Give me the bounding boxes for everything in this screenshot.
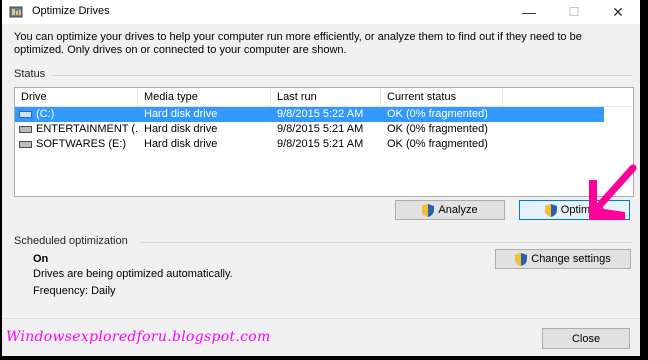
media-type: Hard disk drive [144, 123, 218, 135]
media-type: Hard disk drive [144, 108, 218, 120]
hard-drive-icon [19, 126, 32, 133]
minimize-icon: — [522, 4, 536, 20]
uac-shield-icon [515, 252, 528, 266]
change-settings-button[interactable]: Change settings [495, 249, 631, 269]
intro-text: You can optimize your drives to help you… [14, 31, 582, 56]
drive-row-entertainment[interactable]: ENTERTAINMENT (... Hard disk drive 9/8/2… [15, 122, 604, 137]
title-bar: Optimize Drives — ☐ ✕ [2, 0, 640, 24]
column-header-media-type[interactable]: Media type [138, 88, 271, 106]
optimize-drives-app-icon [9, 6, 23, 18]
schedule-description: Drives are being optimized automatically… [33, 268, 233, 280]
footer-divider [2, 318, 640, 319]
drives-list-header: Drive Media type Last run Current status [15, 88, 633, 107]
schedule-frequency: Frequency: Daily [33, 285, 116, 297]
annotation-arrow-icon [589, 164, 637, 220]
change-settings-label: Change settings [531, 253, 611, 265]
scheduled-divider [140, 242, 632, 243]
drive-row-softwares[interactable]: SOFTWARES (E:) Hard disk drive 9/8/2015 … [15, 137, 604, 152]
current-status: OK (0% fragmented) [387, 123, 488, 135]
minimize-button[interactable]: — [507, 0, 551, 24]
close-button-label: Close [571, 332, 601, 345]
maximize-icon: ☐ [568, 5, 580, 19]
drive-name: SOFTWARES (E:) [36, 138, 127, 150]
uac-shield-icon [422, 203, 435, 217]
media-type: Hard disk drive [144, 138, 218, 150]
system-drive-icon [19, 111, 32, 118]
close-window-button[interactable]: ✕ [596, 0, 640, 24]
close-button[interactable]: Close [542, 328, 630, 349]
current-status: OK (0% fragmented) [387, 138, 488, 150]
window-title: Optimize Drives [32, 5, 110, 17]
last-run: 9/8/2015 5:21 AM [277, 123, 364, 135]
scheduled-section-label: Scheduled optimization [14, 235, 128, 247]
hard-drive-icon [19, 141, 32, 148]
last-run: 9/8/2015 5:22 AM [277, 108, 364, 120]
analyze-button-label: Analyze [438, 204, 478, 216]
current-status: OK (0% fragmented) [387, 108, 488, 120]
status-section-label: Status [14, 68, 46, 80]
close-icon: ✕ [612, 3, 624, 20]
status-divider [52, 75, 632, 76]
blog-watermark: Windowsexploredforu.blogspot.com [6, 329, 271, 345]
column-header-last-run[interactable]: Last run [271, 88, 381, 106]
drive-name: (C:) [36, 108, 55, 120]
drive-row-c[interactable]: (C:) Hard disk drive 9/8/2015 5:22 AM OK… [15, 107, 604, 122]
column-header-current-status[interactable]: Current status [381, 88, 503, 106]
drives-list[interactable]: Drive Media type Last run Current status… [14, 87, 634, 197]
column-header-drive[interactable]: Drive [15, 88, 138, 106]
schedule-state: On [33, 253, 49, 265]
analyze-button[interactable]: Analyze [395, 200, 505, 220]
last-run: 9/8/2015 5:21 AM [277, 138, 364, 150]
optimize-drives-window: Optimize Drives — ☐ ✕ You can optimize y… [2, 0, 640, 356]
uac-shield-icon [544, 203, 557, 217]
maximize-button[interactable]: ☐ [552, 0, 596, 24]
drive-name: ENTERTAINMENT (... [36, 123, 138, 135]
